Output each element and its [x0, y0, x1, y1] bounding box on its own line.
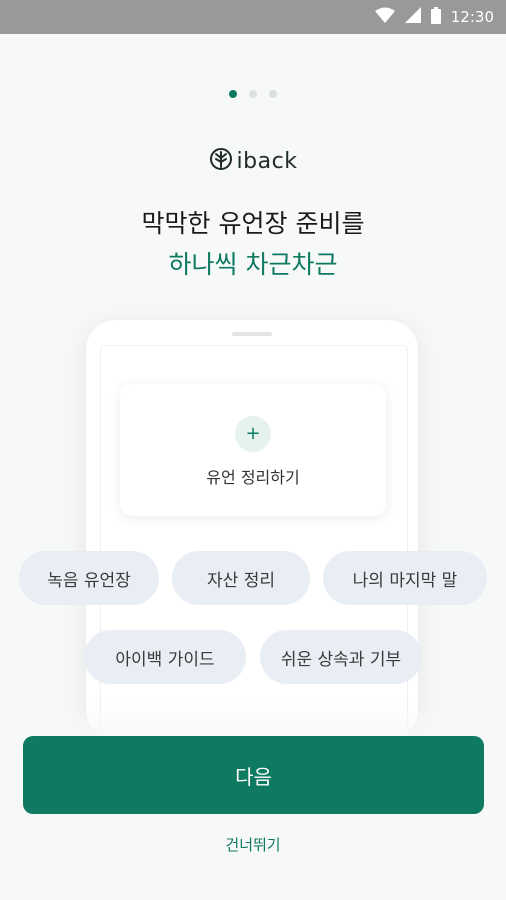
page-dot: [269, 90, 277, 98]
bottom-fade: [0, 700, 506, 740]
page-dot: [249, 90, 257, 98]
logo-text: iback: [236, 148, 298, 174]
skip-link[interactable]: 건너뛰기: [0, 834, 506, 855]
battery-icon: [430, 6, 441, 28]
next-button[interactable]: 다음: [23, 736, 484, 814]
page-indicator: [0, 90, 506, 98]
wifi-icon: [374, 7, 395, 27]
chip-inheritance-donation: 쉬운 상속과 기부: [260, 630, 422, 684]
phone-notch: [232, 332, 272, 336]
chip-voice-will: 녹음 유언장: [19, 551, 159, 605]
tree-logo-icon: [209, 147, 233, 175]
app-logo: iback: [0, 147, 506, 175]
card-label: 유언 정리하기: [206, 468, 300, 487]
chip-iback-guide: 아이백 가이드: [84, 630, 246, 684]
status-icons: 12:30: [374, 0, 494, 34]
status-time: 12:30: [450, 8, 494, 26]
status-bar: 12:30: [0, 0, 506, 34]
signal-icon: [404, 7, 421, 27]
plus-icon: +: [235, 416, 271, 452]
chip-last-words: 나의 마지막 말: [323, 551, 487, 605]
onboarding-title: 막막한 유언장 준비를: [141, 209, 365, 238]
onboarding-subtitle: 하나씩 차근차근: [168, 250, 338, 279]
will-organize-card: + 유언 정리하기: [120, 384, 386, 516]
page-dot-active: [229, 90, 237, 98]
chip-asset-organize: 자산 정리: [172, 551, 310, 605]
